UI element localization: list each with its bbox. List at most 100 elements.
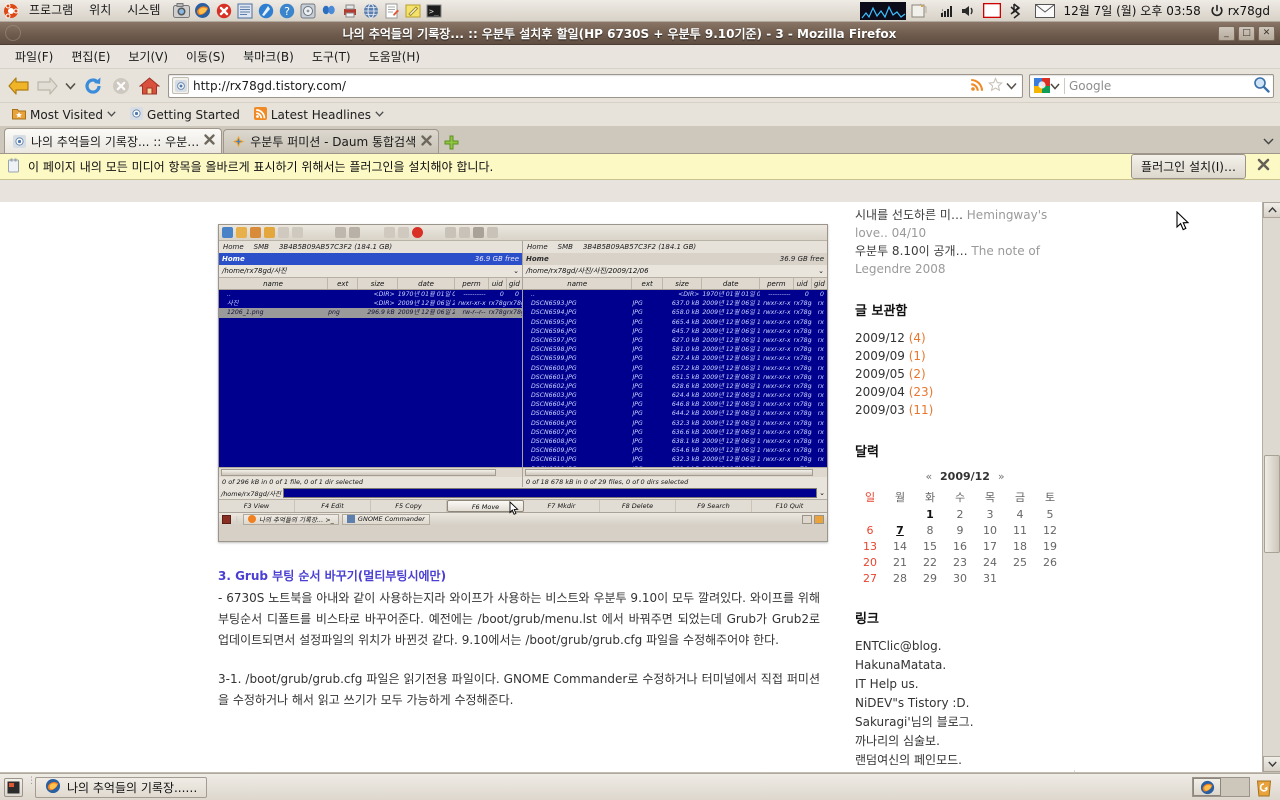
link-item[interactable]: IT Help us. (855, 675, 1075, 694)
gc-path-dropdown-icon[interactable]: ⌄ (513, 267, 519, 275)
panel-menu-system[interactable]: 시스템 (119, 0, 168, 21)
gc-file-row[interactable]: DSCN6597.JPG JPG 627.0 kB2009년 12월 06일 12:… (523, 336, 827, 345)
calendar-day-16[interactable]: 16 (945, 538, 975, 554)
screenshot-gnome-commander[interactable]: Home SMB 3B4B5B09AB57C3F2 (184.1 GB) Hom… (218, 224, 828, 542)
gc-col-ext[interactable]: ext (632, 278, 663, 289)
gc-left-pane[interactable]: Home SMB 3B4B5B09AB57C3F2 (184.1 GB) Hom… (219, 241, 523, 487)
calendar-day-26[interactable]: 26 (1035, 554, 1065, 570)
link-item[interactable]: 까나리의 심술보. (855, 732, 1075, 751)
calendar-day-30[interactable]: 30 (945, 570, 975, 586)
back-button-icon[interactable] (6, 73, 32, 99)
calendar-day-6[interactable]: 6 (855, 522, 885, 538)
panel-menu-programs[interactable]: 프로그램 (21, 0, 81, 21)
tab-list-chevron-icon[interactable] (1263, 135, 1274, 148)
scrollbar-thumb[interactable] (1264, 455, 1280, 553)
calendar-next-button[interactable]: » (994, 470, 1009, 483)
gc-tab-row-right[interactable]: Home 36.9 GB free (523, 253, 827, 265)
gc-fkey-f7[interactable]: F7 Mkdir (524, 500, 600, 512)
workspace-2[interactable] (1221, 778, 1249, 796)
calendar-prev-button[interactable]: « (921, 470, 936, 483)
gc-col-size[interactable]: size (663, 278, 703, 289)
gc-hscrollbar-left[interactable] (219, 467, 522, 477)
calendar-day-25[interactable]: 25 (1005, 554, 1035, 570)
google-icon[interactable] (1033, 78, 1050, 94)
calendar-day-5[interactable]: 5 (1035, 506, 1065, 522)
recent-post-title[interactable]: 시내를 선도하른 미… (855, 208, 963, 222)
menu-tools[interactable]: 도구(T) (303, 46, 360, 67)
menu-bookmarks[interactable]: 북마크(B) (234, 46, 303, 67)
gc-col-gid[interactable]: gid (812, 278, 827, 289)
minimize-button[interactable]: _ (1218, 25, 1235, 41)
gc-file-row[interactable]: DSCN6599.JPG JPG 627.4 kB2009년 12월 06일 12:… (523, 354, 827, 363)
calendar-day-4[interactable]: 4 (1005, 506, 1035, 522)
gc-file-row[interactable]: DSCN6595.JPG JPG 665.4 kB2009년 12월 06일 12:… (523, 318, 827, 327)
link-item[interactable]: ENTClic@blog. (855, 637, 1075, 656)
gc-pager-1[interactable] (802, 514, 812, 524)
gc-tab-row-left[interactable]: Home 36.9 GB free (219, 253, 522, 265)
archive-label[interactable]: 2009/04 (855, 385, 905, 399)
balloons-icon[interactable] (319, 1, 338, 20)
screenshot-icon[interactable] (909, 1, 928, 20)
gc-col-uid[interactable]: uid (489, 278, 507, 289)
calendar-day-1[interactable]: 1 (915, 506, 945, 522)
gc-device-disk[interactable]: 3B4B5B09AB57C3F2 (184.1 GB) (583, 243, 696, 251)
gc-file-row[interactable]: DSCN6604.JPG JPG 646.8 kB2009년 12월 06일 12:… (523, 400, 827, 409)
forward-button-icon[interactable] (34, 73, 60, 99)
gc-file-row[interactable]: 사진<DIR>2009년 12월 06일 22:31rwxr-xr-xrx78g… (219, 299, 522, 308)
calendar-day-2[interactable]: 2 (945, 506, 975, 522)
gc-file-row[interactable]: DSCN6609.JPG JPG 654.6 kB2009년 12월 06일 12:… (523, 446, 827, 455)
archive-label[interactable]: 2009/09 (855, 349, 905, 363)
terminal-icon[interactable]: >_ (424, 1, 443, 20)
calendar-day-13[interactable]: 13 (855, 538, 885, 554)
workspace-switcher-icon[interactable] (982, 1, 1001, 20)
gc-fkey-f6[interactable]: F6 Move (447, 500, 524, 512)
chevron-down-icon[interactable] (62, 73, 78, 99)
gc-path-dropdown-icon[interactable]: ⌄ (818, 267, 824, 275)
panel-grip[interactable]: ⋮ (27, 777, 36, 795)
gc-right-pane[interactable]: Home SMB 3B4B5B09AB57C3F2 (184.1 GB) Hom… (523, 241, 827, 487)
calendar-day-7[interactable]: 7 (885, 522, 915, 538)
tab-close-icon[interactable] (421, 134, 432, 149)
system-monitor-applet[interactable] (859, 1, 907, 20)
inkscape-icon[interactable] (256, 1, 275, 20)
archive-item[interactable]: 2009/05 (2) (855, 365, 1075, 383)
calendar-day-21[interactable]: 21 (885, 554, 915, 570)
calendar-day-9[interactable]: 9 (945, 522, 975, 538)
gc-command-line[interactable]: /home/rx78gd/사진 ⌄ (219, 487, 827, 499)
gc-device-home[interactable]: Home (527, 243, 548, 251)
url-bar[interactable]: http://rx78gd.tistory.com/ (168, 73, 1023, 98)
install-plugin-button[interactable]: 플러그인 설치(I)… (1131, 154, 1246, 179)
gc-trash-icon[interactable] (814, 514, 824, 524)
bookmark-most-visited[interactable]: Most Visited (6, 106, 122, 124)
menu-help[interactable]: 도움말(H) (360, 46, 430, 67)
window-titlebar[interactable]: 나의 추억들의 기록장... :: 우분투 설치후 할일(HP 6730S + … (0, 22, 1280, 45)
gc-col-date[interactable]: date (702, 278, 761, 289)
camera-icon[interactable] (172, 1, 191, 20)
gc-file-row[interactable]: DSCN6596.JPG JPG 645.7 kB2009년 12월 06일 12:… (523, 327, 827, 336)
gc-file-row[interactable]: 1206_1.png png 296.9 kB2009년 12월 06일 21:06… (219, 308, 522, 318)
gc-file-row[interactable]: DSCN6594.JPG JPG 658.0 kB2009년 12월 06일 12:… (523, 308, 827, 317)
bookmark-star-icon[interactable] (988, 76, 1003, 95)
bookmark-latest-headlines[interactable]: Latest Headlines (248, 106, 390, 124)
gc-col-ext[interactable]: ext (328, 278, 359, 289)
reload-button-icon[interactable] (80, 73, 106, 99)
close-button[interactable]: ✕ (1258, 25, 1275, 41)
gc-file-row[interactable]: DSCN6606.JPG JPG 632.3 kB2009년 12월 06일 12:… (523, 419, 827, 428)
gc-file-row[interactable]: DSCN6601.JPG JPG 651.5 kB2009년 12월 06일 12:… (523, 373, 827, 382)
gc-col-name[interactable]: name (219, 278, 329, 289)
gc-file-row[interactable]: .. <DIR>1970년 01월 01일 09시 ---------- 0 0 (523, 290, 827, 299)
chevron-down-icon[interactable] (1050, 79, 1060, 93)
panel-username[interactable]: rx78gd (1228, 4, 1274, 18)
gc-col-perm[interactable]: perm (455, 278, 489, 289)
page-vertical-scrollbar[interactable] (1262, 202, 1280, 772)
home-button-icon[interactable] (136, 73, 162, 99)
menu-view[interactable]: 보기(V) (119, 46, 177, 67)
trash-icon[interactable] (1254, 777, 1274, 797)
gc-fkey-f3[interactable]: F3 View (219, 500, 295, 512)
menu-go[interactable]: 이동(S) (177, 46, 234, 67)
menu-file[interactable]: 파일(F) (6, 46, 62, 67)
gc-file-row[interactable]: DSCN6605.JPG JPG 644.2 kB2009년 12월 06일 12:… (523, 409, 827, 418)
archive-label[interactable]: 2009/03 (855, 403, 905, 417)
panel-clock[interactable]: 12월 7일 (월) 오후 03:58 (1057, 2, 1206, 19)
bookmark-getting-started[interactable]: Getting Started (124, 106, 246, 124)
